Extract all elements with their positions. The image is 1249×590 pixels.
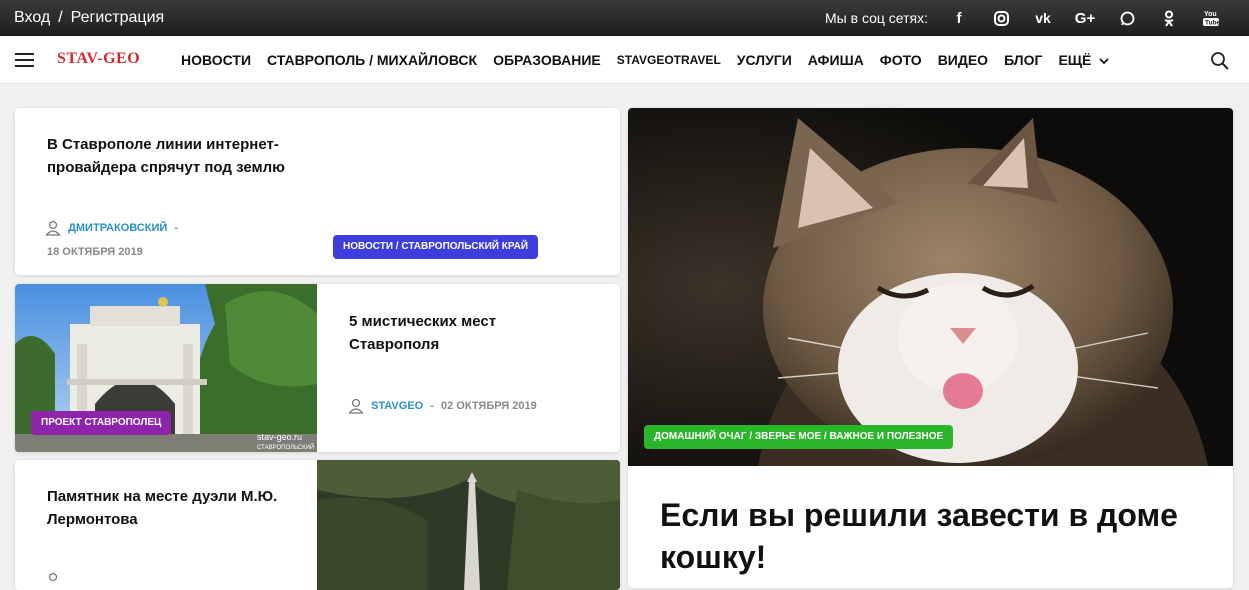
nav-item-stavropol[interactable]: СТАВРОПОЛЬ / МИХАЙЛОВСК xyxy=(267,52,477,68)
meta-dash: - xyxy=(430,399,434,412)
facebook-icon[interactable]: f xyxy=(938,7,980,29)
auth-links: Вход / Регистрация xyxy=(14,9,164,27)
user-icon xyxy=(348,398,364,414)
youtube-icon[interactable]: You Tube xyxy=(1190,7,1232,29)
article-author[interactable]: STAVGEO xyxy=(371,400,423,412)
photo-watermark: stav-geo.ru xyxy=(257,432,302,442)
category-badge[interactable]: НОВОСТИ / СТАВРОПОЛЬСКИЙ КРАЙ xyxy=(333,235,539,259)
search-icon[interactable] xyxy=(1210,51,1230,71)
site-logo[interactable]: STAV-GEO xyxy=(57,50,140,68)
nav-item-photo[interactable]: ФОТО xyxy=(880,52,922,68)
article-date: 18 ОКТЯБРЯ 2019 xyxy=(47,246,143,258)
category-badge[interactable]: ДОМАШНИЙ ОЧАГ / ЗВЕРЬЕ МОЕ / ВАЖНОЕ И ПО… xyxy=(644,425,954,449)
article-card[interactable]: Памятник на месте дуэли М.Ю. Лермонтова xyxy=(15,460,620,590)
menu-icon[interactable] xyxy=(15,53,34,67)
article-meta: ДМИТРАКОВСКИЙ - xyxy=(45,220,178,236)
chevron-down-icon xyxy=(1099,58,1109,65)
svg-text:Tube: Tube xyxy=(1205,20,1219,27)
article-meta: STAVGEO - 02 ОКТЯБРЯ 2019 xyxy=(348,398,537,414)
google-plus-icon[interactable]: G+ xyxy=(1064,7,1106,29)
article-card[interactable]: В Ставрополе линии интернет-провайдера с… xyxy=(15,108,620,275)
register-link[interactable]: Регистрация xyxy=(71,9,165,26)
whatsapp-icon[interactable] xyxy=(1106,7,1148,29)
nav-item-afisha[interactable]: АФИША xyxy=(808,52,864,68)
article-title[interactable]: 5 мистических мест Ставрополя xyxy=(349,310,549,356)
svg-text:You: You xyxy=(1204,11,1217,18)
nav-item-services[interactable]: УСЛУГИ xyxy=(737,52,792,68)
nav-item-news[interactable]: НОВОСТИ xyxy=(181,52,251,68)
category-badge[interactable]: ПРОЕКТ СТАВРОПОЛЕЦ xyxy=(31,411,172,435)
odnoklassniki-icon[interactable] xyxy=(1148,7,1190,29)
nav-item-education[interactable]: ОБРАЗОВАНИЕ xyxy=(493,52,601,68)
photo-watermark-sub: СТАВРОПОЛЬСКИЙ xyxy=(257,443,314,451)
article-title[interactable]: Памятник на месте дуэли М.Ю. Лермонтова xyxy=(47,485,297,531)
nav-item-stavgeotravel[interactable]: STAVGEOTRAVEL xyxy=(617,52,721,68)
nav-item-more-label: ЕЩЁ xyxy=(1058,52,1092,68)
user-icon xyxy=(45,220,61,236)
login-link[interactable]: Вход xyxy=(14,9,50,26)
article-title[interactable]: В Ставрополе линии интернет-провайдера с… xyxy=(47,133,297,179)
user-icon xyxy=(48,572,58,582)
article-author[interactable]: ДМИТРАКОВСКИЙ xyxy=(68,222,167,234)
cat-photo[interactable] xyxy=(628,108,1233,466)
nav-item-video[interactable]: ВИДЕО xyxy=(938,52,988,68)
featured-article-title[interactable]: Если вы решили завести в доме кошку! xyxy=(660,494,1200,578)
meta-dash: - xyxy=(174,221,179,234)
main-nav: STAV-GEO НОВОСТИ СТАВРОПОЛЬ / МИХАЙЛОВСК… xyxy=(0,36,1249,84)
featured-article-card[interactable]: ДОМАШНИЙ ОЧАГ / ЗВЕРЬЕ МОЕ / ВАЖНОЕ И ПО… xyxy=(628,108,1233,588)
nav-item-more[interactable]: ЕЩЁ xyxy=(1058,52,1109,68)
article-date: 02 ОКТЯБРЯ 2019 xyxy=(441,399,537,412)
nav-item-blog[interactable]: БЛОГ xyxy=(1004,52,1042,68)
auth-separator: / xyxy=(58,9,63,26)
top-bar: Вход / Регистрация Мы в соц сетях: f vk G+… xyxy=(0,0,1249,36)
vk-icon[interactable]: vk xyxy=(1022,7,1064,29)
instagram-icon[interactable] xyxy=(980,7,1022,29)
nav-menu: НОВОСТИ СТАВРОПОЛЬ / МИХАЙЛОВСК ОБРАЗОВА… xyxy=(181,52,1125,68)
social-label: Мы в соц сетях: xyxy=(825,10,928,26)
social-icons: f vk G+ You Tube xyxy=(938,7,1232,29)
monument-photo[interactable] xyxy=(317,460,620,590)
article-card[interactable]: stav-geo.ru СТАВРОПОЛЬСКИЙ ПРОЕКТ СТАВРО… xyxy=(15,284,620,452)
